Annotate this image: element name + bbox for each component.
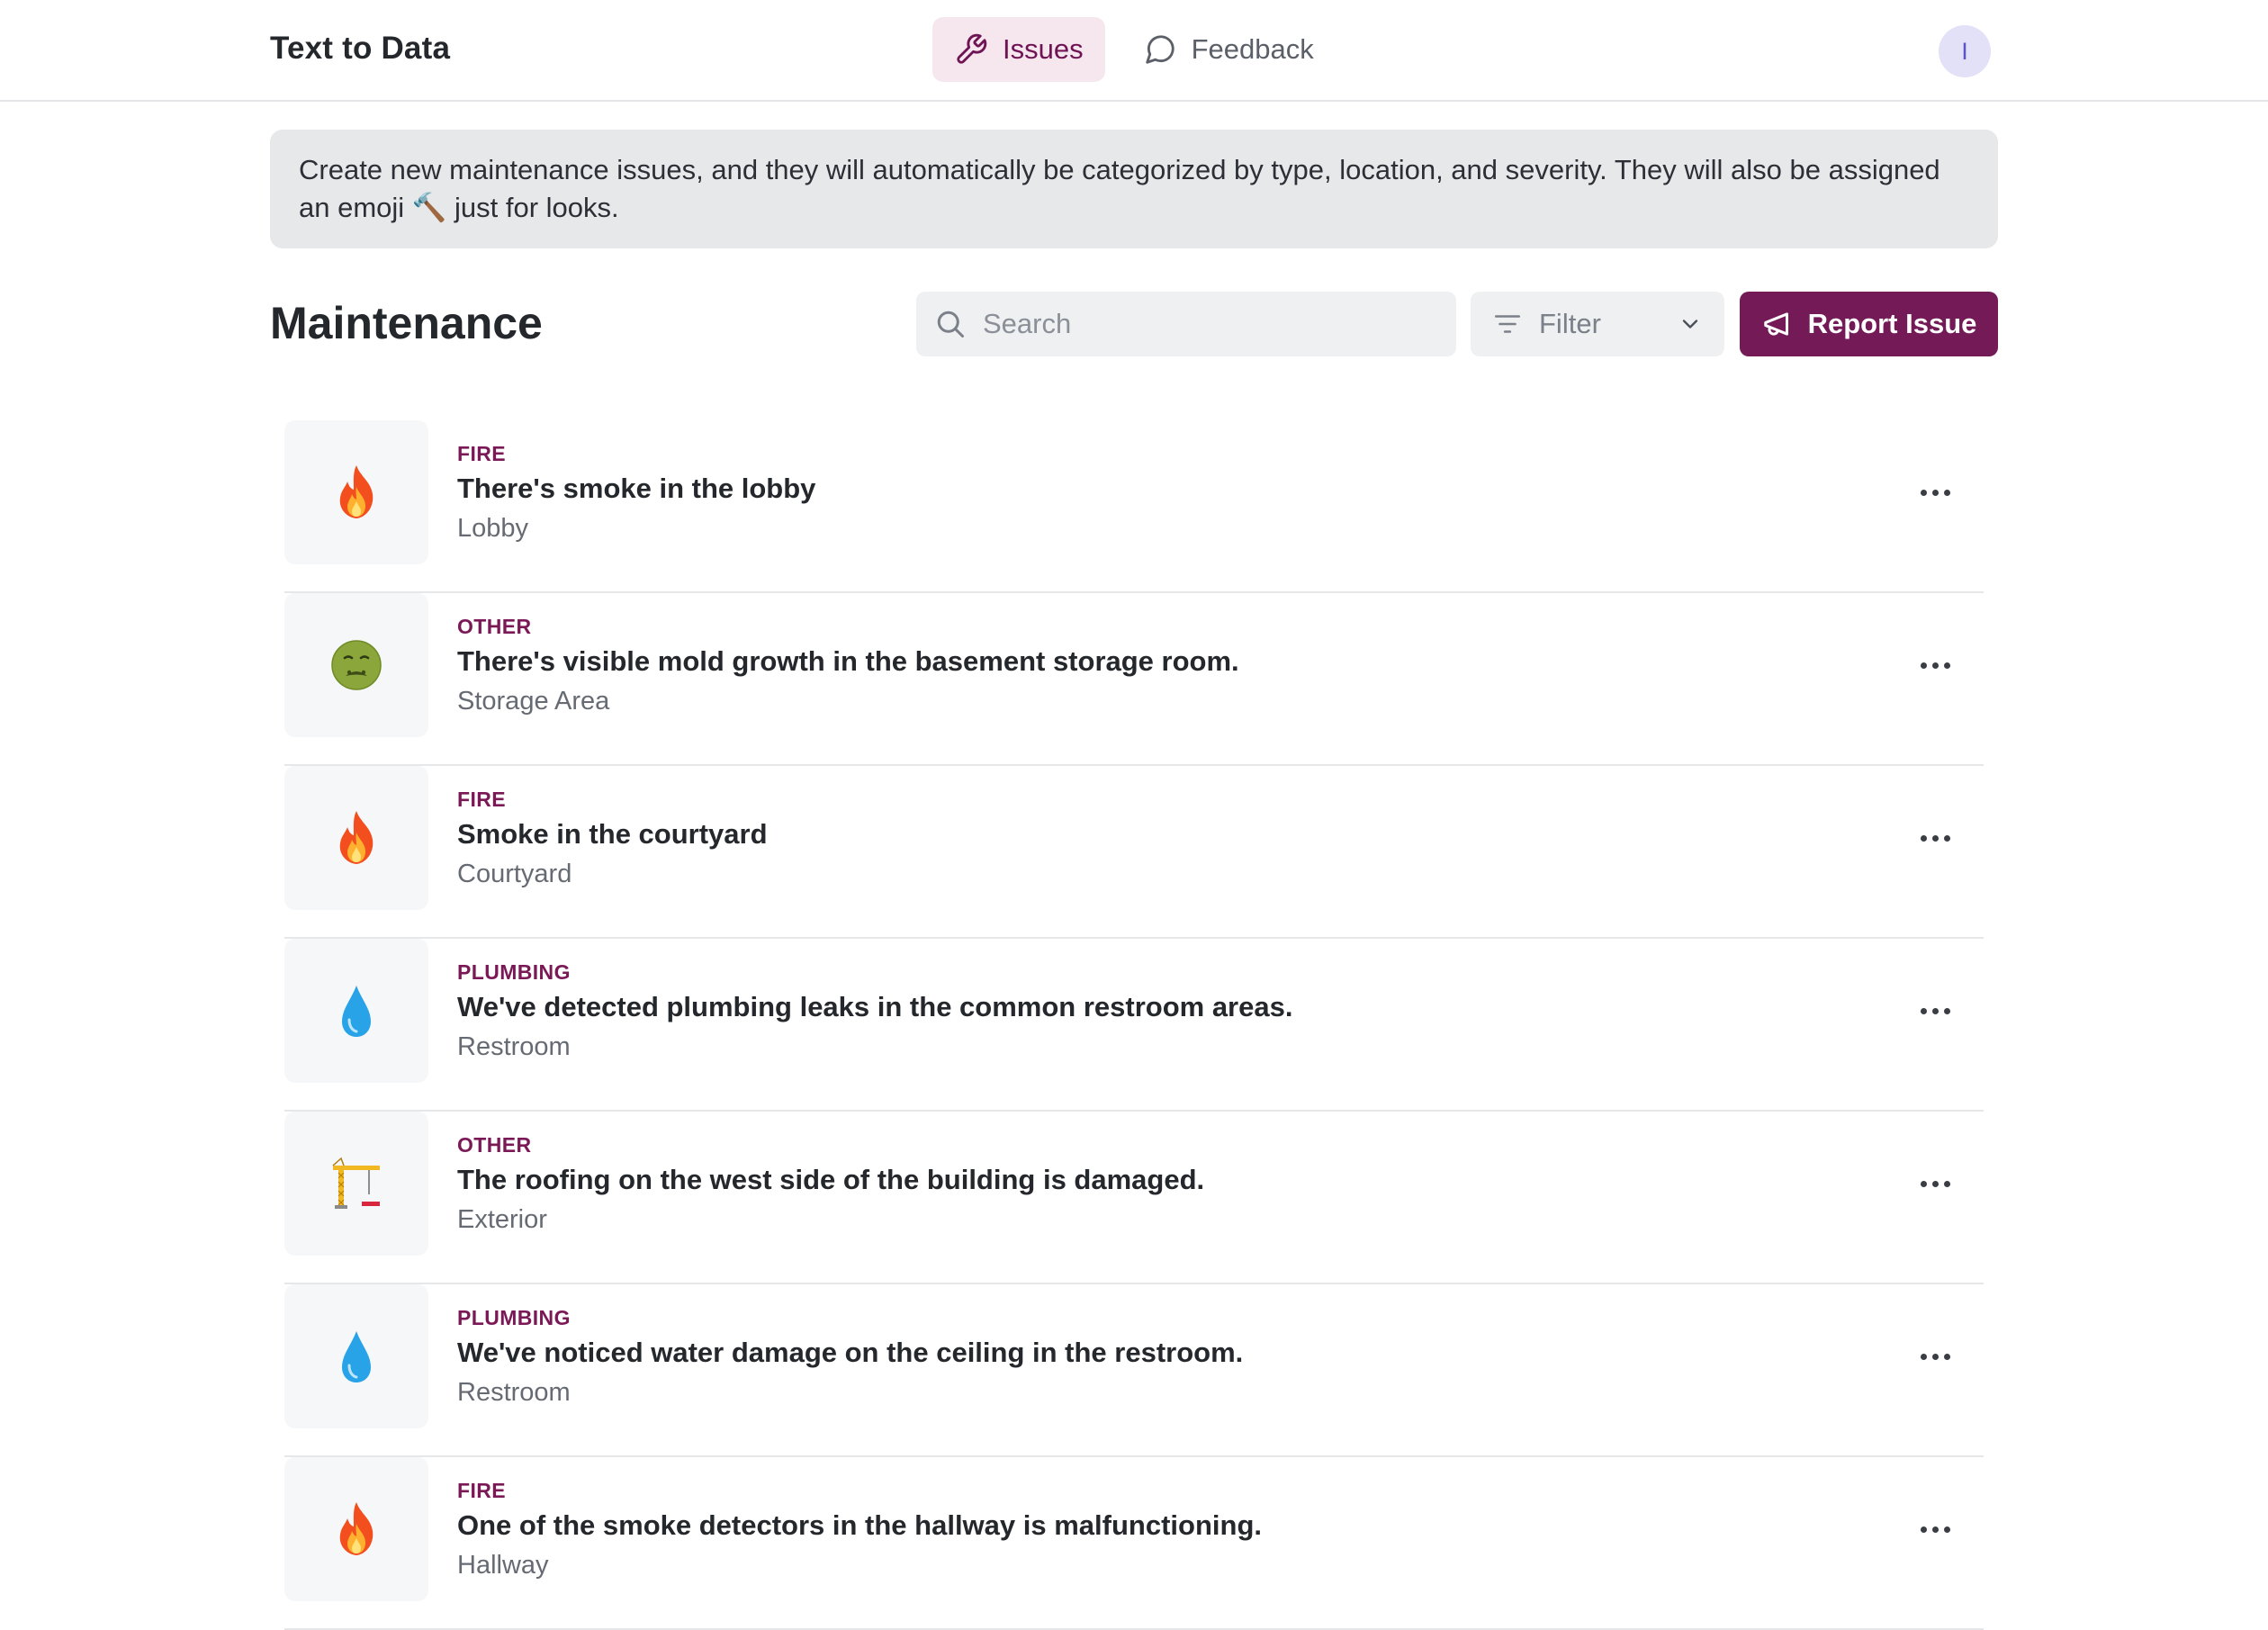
filter-label: Filter (1539, 308, 1601, 339)
tab-issues-label: Issues (1003, 33, 1084, 65)
tab-feedback[interactable]: Feedback (1121, 17, 1336, 82)
issue-emoji-tile (284, 939, 428, 1083)
construction-crane-icon (332, 1157, 380, 1209)
issue-category: FIRE (457, 1479, 506, 1502)
issue-title[interactable]: There's visible mold growth in the basem… (457, 645, 1239, 678)
top-bar: Text to Data Issues Feedback I (0, 0, 2268, 102)
report-issue-button[interactable]: Report Issue (1740, 292, 1998, 356)
more-options-icon[interactable] (1908, 1329, 1962, 1383)
more-options-icon[interactable] (1908, 638, 1962, 692)
issue-item[interactable]: PLUMBING We've detected plumbing leaks i… (284, 939, 1984, 1112)
megaphone-icon (1763, 312, 1788, 336)
chevron-down-icon (1682, 320, 1698, 329)
more-options-icon[interactable] (1908, 1157, 1962, 1211)
issue-category: OTHER (457, 615, 532, 638)
issue-emoji-tile (284, 420, 428, 564)
search-icon (937, 311, 964, 338)
issue-title[interactable]: Smoke in the courtyard (457, 818, 768, 851)
issue-title[interactable]: The roofing on the west side of the buil… (457, 1164, 1204, 1196)
filter-icon (1494, 315, 1521, 333)
issue-location: Lobby (457, 514, 529, 543)
fire-icon (339, 465, 374, 518)
droplet-icon (342, 986, 371, 1037)
more-options-icon[interactable] (1908, 984, 1962, 1038)
filter-dropdown[interactable]: Filter (1471, 292, 1724, 356)
hammer-emoji: 🔨 (411, 192, 447, 223)
issue-category: FIRE (457, 788, 506, 811)
issue-title[interactable]: We've noticed water damage on the ceilin… (457, 1337, 1243, 1369)
fire-icon (339, 811, 374, 864)
wrench-icon (957, 33, 987, 64)
issue-item[interactable]: PLUMBING We've noticed water damage on t… (284, 1284, 1984, 1457)
issue-item[interactable]: FIRE Smoke in the courtyard Courtyard (284, 766, 1984, 939)
search-box[interactable] (916, 292, 1456, 356)
droplet-icon (342, 1331, 371, 1382)
issue-emoji-tile (284, 766, 428, 910)
banner-text-end: just for looks. (446, 192, 619, 223)
issue-category: PLUMBING (457, 960, 571, 984)
nauseated-face-icon (331, 640, 382, 690)
issue-item[interactable]: OTHER There's visible mold growth in the… (284, 593, 1984, 766)
issue-category: OTHER (457, 1133, 532, 1157)
issue-emoji-tile (284, 1457, 428, 1601)
tab-feedback-label: Feedback (1191, 33, 1314, 65)
issue-item[interactable]: FIRE One of the smoke detectors in the h… (284, 1457, 1984, 1630)
issue-title[interactable]: We've detected plumbing leaks in the com… (457, 991, 1292, 1023)
search-input[interactable] (983, 308, 1433, 340)
tab-issues[interactable]: Issues (932, 17, 1105, 82)
app-title[interactable]: Text to Data (270, 31, 450, 67)
issue-location: Restroom (457, 1032, 571, 1061)
issue-location: Storage Area (457, 687, 610, 716)
issue-emoji-tile (284, 1284, 428, 1428)
issue-emoji-tile (284, 1112, 428, 1256)
info-banner: Create new maintenance issues, and they … (270, 130, 1998, 248)
speech-bubble-icon (1145, 35, 1174, 64)
issue-category: FIRE (457, 442, 506, 465)
user-avatar[interactable]: I (1939, 25, 1991, 77)
issue-emoji-tile (284, 593, 428, 737)
issue-list: FIRE There's smoke in the lobby Lobby OT… (284, 420, 1984, 1630)
report-issue-label: Report Issue (1807, 308, 1977, 339)
more-options-icon[interactable] (1908, 811, 1962, 865)
page-title: Maintenance (270, 298, 543, 348)
issue-location: Restroom (457, 1378, 571, 1407)
issue-location: Courtyard (457, 860, 572, 888)
issue-item[interactable]: FIRE There's smoke in the lobby Lobby (284, 420, 1984, 593)
more-options-icon[interactable] (1908, 1502, 1962, 1556)
issue-location: Hallway (457, 1551, 549, 1580)
issue-location: Exterior (457, 1205, 547, 1234)
issue-title[interactable]: There's smoke in the lobby (457, 473, 815, 505)
more-options-icon[interactable] (1908, 465, 1962, 519)
fire-icon (339, 1502, 374, 1555)
main-nav: Issues Feedback (932, 17, 1336, 82)
issue-title[interactable]: One of the smoke detectors in the hallwa… (457, 1509, 1262, 1542)
issue-item[interactable]: OTHER The roofing on the west side of th… (284, 1112, 1984, 1284)
issue-category: PLUMBING (457, 1306, 571, 1329)
